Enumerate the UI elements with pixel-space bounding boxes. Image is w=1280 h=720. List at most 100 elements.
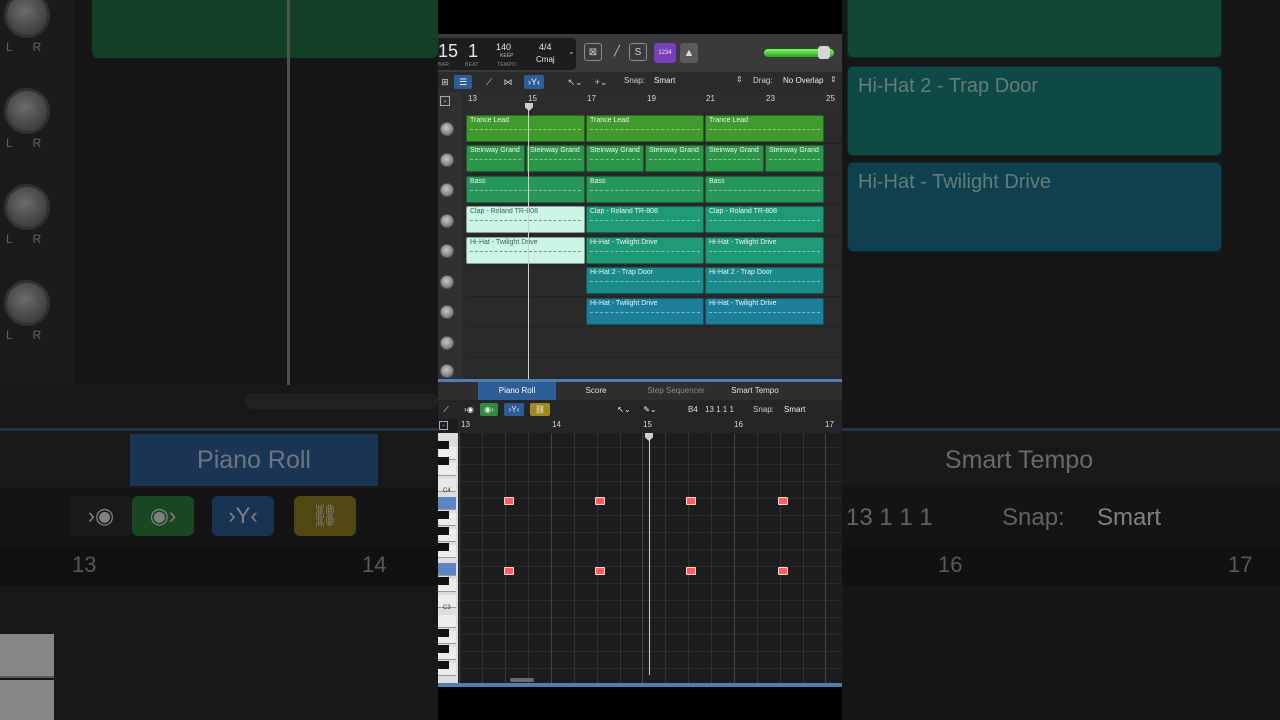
midi-note[interactable] <box>778 497 788 505</box>
region-bass[interactable]: Bass <box>466 176 585 203</box>
bg-catch-icon: ›Y‹ <box>212 496 274 536</box>
region-steinway-grand[interactable]: Steinway Grand <box>645 145 704 172</box>
tab-score[interactable]: Score <box>558 382 634 400</box>
black-key[interactable] <box>438 457 449 465</box>
pan-knob[interactable] <box>440 336 454 350</box>
midi-note[interactable] <box>595 567 605 575</box>
region-hihat3[interactable]: Hi-Hat - Twilight Drive <box>705 298 824 325</box>
region-clap-selected[interactable]: Clap - Roland TR-808 <box>466 206 585 233</box>
region-steinway-grand[interactable]: Steinway Grand <box>526 145 585 172</box>
black-key[interactable] <box>438 629 449 637</box>
midi-notes <box>709 129 820 139</box>
black-key[interactable] <box>438 511 449 519</box>
link-icon[interactable]: ⛓ <box>530 403 550 416</box>
pan-knob[interactable] <box>440 153 454 167</box>
midi-in-icon[interactable]: ›◉ <box>460 403 478 416</box>
bg-playhead <box>287 0 290 385</box>
ruler-mark: 14 <box>552 420 561 429</box>
bg-tab-piano-roll: Piano Roll <box>130 434 378 486</box>
grid-menu-icon[interactable]: ⊞ <box>440 75 450 89</box>
piano-roll-scrollbar[interactable] <box>510 678 534 682</box>
tracks-ruler[interactable]: 13 15 17 19 21 23 25 <box>466 92 842 112</box>
black-key[interactable] <box>438 661 449 669</box>
region-bass[interactable]: Bass <box>705 176 824 203</box>
pan-knob[interactable] <box>440 214 454 228</box>
region-bass[interactable]: Bass <box>586 176 704 203</box>
black-key[interactable] <box>438 577 449 585</box>
pencil-tool-icon[interactable]: ✎⌄ <box>640 403 660 416</box>
region-clap[interactable]: Clap - Roland TR-808 <box>705 206 824 233</box>
metronome-icon[interactable]: ▲ <box>680 43 698 63</box>
region-steinway-grand[interactable]: Steinway Grand <box>466 145 525 172</box>
automation-icon[interactable]: ⟋ <box>480 75 498 89</box>
playhead[interactable] <box>528 108 529 380</box>
catch-icon[interactable]: ›Y‹ <box>524 75 544 89</box>
pan-knob[interactable] <box>440 122 454 136</box>
region-steinway-grand[interactable]: Steinway Grand <box>586 145 644 172</box>
lcd-display[interactable]: 15 1 BAR BEAT 140 KEEP TEMPO 4/4 Cmaj ⌄ <box>438 38 576 70</box>
flex-icon[interactable]: ⋈ <box>500 75 516 89</box>
region-hihat2[interactable]: Hi-Hat 2 - Trap Door <box>705 267 824 294</box>
editor-snap-select[interactable]: Smart <box>784 405 805 414</box>
pan-knob[interactable] <box>440 183 454 197</box>
black-key[interactable] <box>438 645 449 653</box>
region-trance-lead[interactable]: Trance Lead <box>466 115 585 142</box>
tab-smart-tempo[interactable]: Smart Tempo <box>718 382 792 400</box>
black-key[interactable] <box>438 543 449 551</box>
midi-note[interactable] <box>595 497 605 505</box>
region-trance-lead[interactable]: Trance Lead <box>586 115 704 142</box>
bg-region-title: Hi-Hat 2 - Trap Door <box>858 75 1039 97</box>
volume-slider-handle[interactable] <box>818 46 830 59</box>
drag-select[interactable]: No Overlap <box>783 76 823 85</box>
piano-roll-menu-icon[interactable]: ⌄ <box>439 421 448 430</box>
region-steinway-grand[interactable]: Steinway Grand <box>765 145 824 172</box>
region-hihat[interactable]: Hi-Hat - Twilight Drive <box>586 237 704 264</box>
pan-knob[interactable] <box>440 275 454 289</box>
region-title: Bass <box>590 178 606 185</box>
region-steinway-grand[interactable]: Steinway Grand <box>705 145 764 172</box>
midi-note[interactable] <box>686 567 696 575</box>
tab-step-sequencer[interactable]: Step Sequencer <box>636 382 716 400</box>
region-trance-lead[interactable]: Trance Lead <box>705 115 824 142</box>
midi-note[interactable] <box>504 497 514 505</box>
catch-icon[interactable]: ›Y‹ <box>504 403 524 416</box>
region-hihat-selected[interactable]: Hi-Hat - Twilight Drive <box>466 237 585 264</box>
snap-select[interactable]: Smart <box>654 76 675 85</box>
region-hihat[interactable]: Hi-Hat - Twilight Drive <box>705 237 824 264</box>
beat-caption: BEAT <box>465 62 479 68</box>
pan-knob[interactable] <box>440 364 454 378</box>
grid-column <box>642 433 643 683</box>
region-hihat2[interactable]: Hi-Hat 2 - Trap Door <box>586 267 704 294</box>
white-key-highlighted[interactable] <box>438 563 456 576</box>
region-hihat3[interactable]: Hi-Hat - Twilight Drive <box>586 298 704 325</box>
region-clap[interactable]: Clap - Roland TR-808 <box>586 206 704 233</box>
black-key[interactable] <box>438 527 449 535</box>
tuner-icon[interactable]: ⊠ <box>584 43 602 61</box>
pointer-tool-icon[interactable]: ↖⌄ <box>566 75 584 89</box>
midi-notes <box>470 159 521 169</box>
pencil-icon[interactable]: ╱ <box>608 43 626 61</box>
list-view-icon[interactable]: ☰ <box>454 75 472 89</box>
automation-icon[interactable]: ⟋ <box>440 403 452 416</box>
midi-note[interactable] <box>504 567 514 575</box>
marquee-tool-icon[interactable]: +⌄ <box>592 75 610 89</box>
grid-row <box>458 447 842 448</box>
black-key[interactable] <box>438 441 449 449</box>
pan-knob[interactable] <box>440 244 454 258</box>
solo-icon[interactable]: S <box>629 43 647 61</box>
drag-chevron-icon: ⇕ <box>830 75 837 84</box>
white-key-highlighted[interactable] <box>438 497 456 510</box>
midi-out-icon[interactable]: ◉› <box>480 403 498 416</box>
region-title: Trance Lead <box>590 117 630 124</box>
playhead[interactable] <box>649 437 650 675</box>
midi-note[interactable] <box>686 497 696 505</box>
tab-piano-roll[interactable]: Piano Roll <box>478 382 556 400</box>
track-list-icon[interactable]: ⌄ <box>440 96 450 106</box>
midi-note[interactable] <box>778 567 788 575</box>
piano-roll-ruler[interactable]: 13 14 15 16 17 <box>458 419 842 433</box>
count-in-button[interactable]: 1234 <box>654 43 676 63</box>
pan-knob[interactable] <box>440 305 454 319</box>
white-key[interactable] <box>438 615 456 628</box>
piano-keyboard[interactable]: C4 C3 <box>438 433 458 683</box>
pointer-tool-icon[interactable]: ↖⌄ <box>614 403 634 416</box>
